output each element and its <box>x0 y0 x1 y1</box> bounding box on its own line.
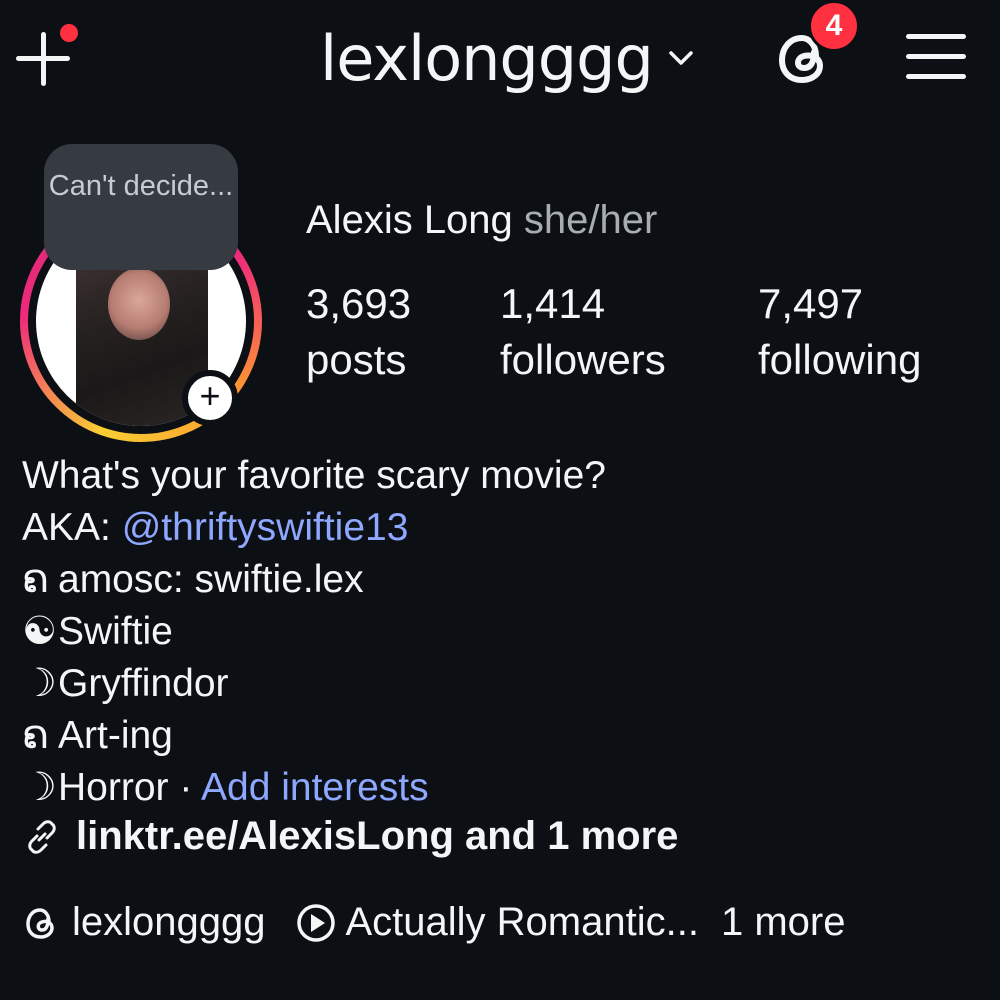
profile-extras-row: lexlongggg Actually Romantic... 1 more <box>22 900 845 945</box>
music-link[interactable]: Actually Romantic... <box>346 900 699 945</box>
posts-label: posts <box>306 336 407 383</box>
bio: What's your favorite scary movie? AKA: @… <box>22 450 982 814</box>
create-button[interactable] <box>14 24 78 90</box>
followers-count: 1,414 <box>500 280 606 327</box>
followers-stat[interactable]: 1,414 followers <box>500 276 666 388</box>
aka-handle-link[interactable]: @thriftyswiftie13 <box>122 506 409 549</box>
bio-line: ຄ amosc: swiftie.lex <box>22 554 982 606</box>
followers-label: followers <box>500 336 666 383</box>
arch-glyph-icon: ຄ <box>22 558 49 601</box>
aka-prefix: AKA: <box>22 506 122 549</box>
bio-links[interactable]: linktr.ee/AlexisLong and 1 more <box>22 814 678 859</box>
yin-yang-icon: ☯ <box>22 610 57 653</box>
add-interests-link[interactable]: Add interests <box>201 766 429 809</box>
bio-line: ☯Swiftie <box>22 606 982 658</box>
bio-line: What's your favorite scary movie? <box>22 454 606 497</box>
bio-line: ຄ Art-ing <box>22 710 982 762</box>
notification-dot <box>60 24 78 42</box>
menu-icon[interactable] <box>906 32 966 82</box>
moon-icon: ☽ <box>22 662 57 705</box>
account-switcher-username[interactable]: lexlongggg <box>320 18 654 98</box>
following-stat[interactable]: 7,497 following <box>758 276 921 388</box>
full-name-text: Alexis Long <box>306 198 513 242</box>
more-link[interactable]: 1 more <box>721 900 846 945</box>
play-circle-icon <box>296 903 335 942</box>
threads-icon <box>26 907 54 939</box>
link-icon <box>28 819 56 854</box>
posts-stat[interactable]: 3,693 posts <box>306 276 411 388</box>
bio-line: ☽Horror · Add interests <box>22 762 982 814</box>
pronouns: she/her <box>523 198 658 242</box>
threads-notification-badge: 4 <box>808 0 860 52</box>
profile-full-name: Alexis Long she/her <box>306 198 657 243</box>
threads-handle-link[interactable]: lexlongggg <box>72 900 266 945</box>
following-count: 7,497 <box>758 280 864 327</box>
following-label: following <box>758 336 922 383</box>
posts-count: 3,693 <box>306 280 412 327</box>
bio-line: AKA: @thriftyswiftie13 <box>22 502 982 554</box>
chevron-down-icon[interactable] <box>668 48 694 68</box>
add-story-button[interactable]: + <box>182 370 238 426</box>
links-text: linktr.ee/AlexisLong and 1 more <box>76 814 679 858</box>
arch-glyph-icon: ຄ <box>22 714 49 757</box>
moon-icon: ☽ <box>22 766 57 809</box>
profile-note-bubble[interactable]: Can't decide... <box>44 144 238 270</box>
bio-line: ☽Gryffindor <box>22 658 982 710</box>
